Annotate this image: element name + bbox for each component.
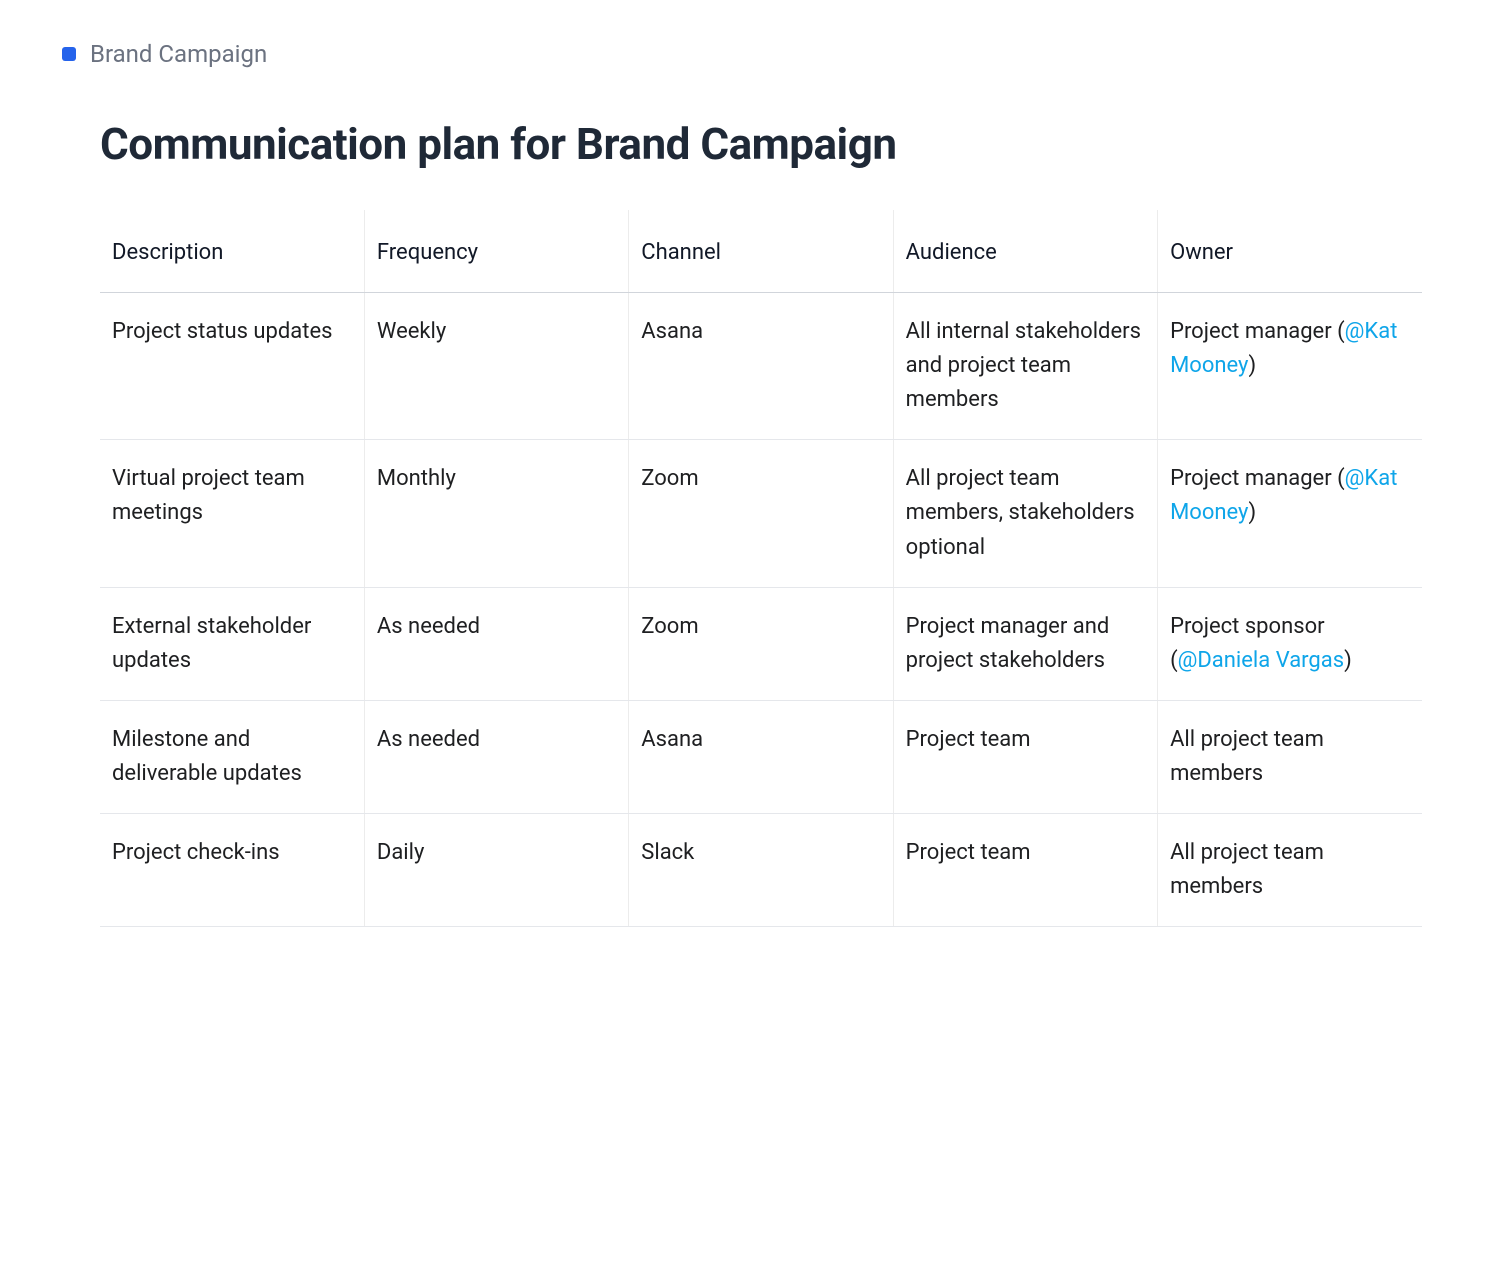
cell-frequency: As needed — [364, 587, 628, 700]
cell-frequency: Weekly — [364, 293, 628, 440]
cell-owner: Project sponsor (@Daniela Vargas) — [1158, 587, 1422, 700]
cell-description: Virtual project team meetings — [100, 440, 364, 587]
table-row: Project status updatesWeeklyAsanaAll int… — [100, 293, 1422, 440]
cell-description: Milestone and deliverable updates — [100, 700, 364, 813]
cell-frequency: Daily — [364, 814, 628, 927]
cell-frequency: Monthly — [364, 440, 628, 587]
cell-audience: Project manager and project stakeholders — [893, 587, 1157, 700]
page-title: Communication plan for Brand Campaign — [100, 118, 1452, 170]
breadcrumb[interactable]: Brand Campaign — [62, 40, 1452, 68]
cell-owner: All project team members — [1158, 700, 1422, 813]
col-header-description: Description — [100, 210, 364, 293]
cell-owner: All project team members — [1158, 814, 1422, 927]
table-row: Virtual project team meetingsMonthlyZoom… — [100, 440, 1422, 587]
cell-description: External stakeholder updates — [100, 587, 364, 700]
cell-audience: Project team — [893, 814, 1157, 927]
owner-text: Project manager ( — [1170, 319, 1345, 344]
cell-owner: Project manager (@Kat Mooney) — [1158, 293, 1422, 440]
owner-text: All project team members — [1170, 727, 1324, 786]
cell-description: Project check-ins — [100, 814, 364, 927]
col-header-audience: Audience — [893, 210, 1157, 293]
cell-description: Project status updates — [100, 293, 364, 440]
project-color-icon — [62, 47, 76, 61]
breadcrumb-label: Brand Campaign — [90, 40, 267, 68]
owner-text-suffix: ) — [1248, 353, 1256, 378]
cell-channel: Zoom — [629, 587, 893, 700]
cell-audience: All internal stakeholders and project te… — [893, 293, 1157, 440]
cell-channel: Zoom — [629, 440, 893, 587]
owner-mention[interactable]: @Daniela Vargas — [1178, 648, 1345, 673]
table-row: Milestone and deliverable updatesAs need… — [100, 700, 1422, 813]
owner-text: Project manager ( — [1170, 466, 1345, 491]
cell-audience: Project team — [893, 700, 1157, 813]
table-row: External stakeholder updatesAs neededZoo… — [100, 587, 1422, 700]
table-row: Project check-insDailySlackProject teamA… — [100, 814, 1422, 927]
cell-owner: Project manager (@Kat Mooney) — [1158, 440, 1422, 587]
col-header-channel: Channel — [629, 210, 893, 293]
owner-text: All project team members — [1170, 840, 1324, 899]
cell-channel: Slack — [629, 814, 893, 927]
owner-text-suffix: ) — [1248, 500, 1256, 525]
cell-frequency: As needed — [364, 700, 628, 813]
cell-channel: Asana — [629, 293, 893, 440]
table-header-row: Description Frequency Channel Audience O… — [100, 210, 1422, 293]
cell-audience: All project team members, stakeholders o… — [893, 440, 1157, 587]
cell-channel: Asana — [629, 700, 893, 813]
col-header-frequency: Frequency — [364, 210, 628, 293]
communication-plan-table: Description Frequency Channel Audience O… — [100, 210, 1422, 927]
owner-text-suffix: ) — [1344, 648, 1352, 673]
col-header-owner: Owner — [1158, 210, 1422, 293]
